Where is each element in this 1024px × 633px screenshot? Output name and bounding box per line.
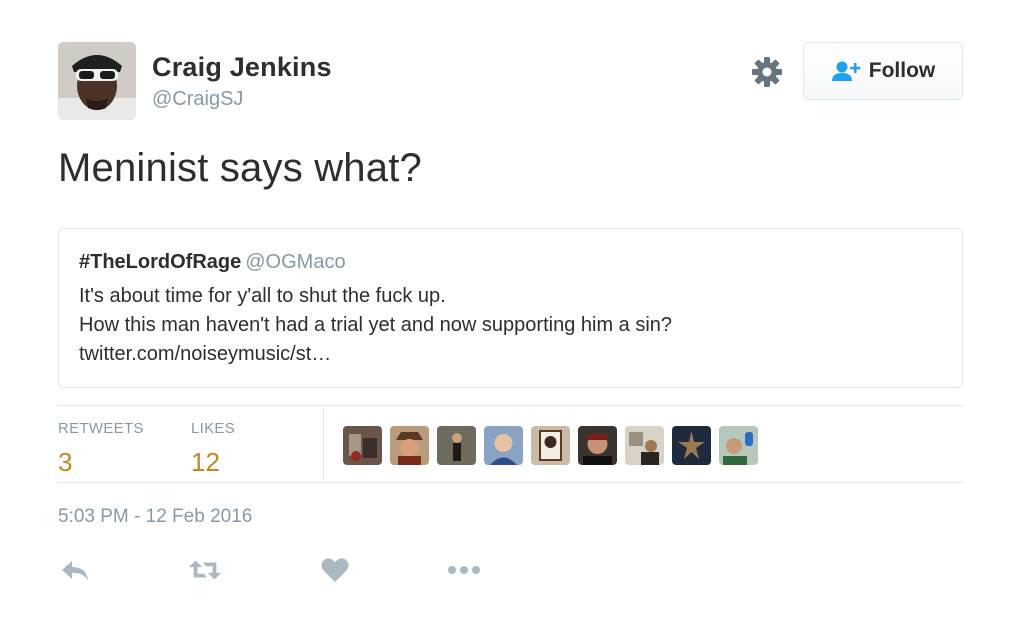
quoted-tweet[interactable]: #TheLordOfRage @OGMaco It's about time fo…	[58, 228, 963, 388]
retweets-label: RETWEETS	[58, 420, 144, 437]
retweet-icon[interactable]	[188, 556, 222, 584]
likers-list	[343, 426, 758, 465]
liker-avatar[interactable]	[437, 426, 476, 465]
more-icon[interactable]	[447, 556, 481, 584]
liker-avatar[interactable]	[578, 426, 617, 465]
tweet-timestamp[interactable]: 5:03 PM - 12 Feb 2016	[58, 506, 252, 528]
tweet-text: Meninist says what?	[58, 146, 422, 190]
tweet-stats: RETWEETS 3 LIKES 12	[58, 405, 963, 483]
stats-divider	[323, 406, 324, 483]
reply-icon[interactable]	[58, 556, 92, 584]
likes-label: LIKES	[191, 420, 236, 437]
quoted-text-line-2: How this man haven't had a trial yet and…	[79, 314, 673, 336]
quoted-display-name: #TheLordOfRage	[79, 251, 242, 273]
liker-avatar[interactable]	[390, 426, 429, 465]
likes-stat[interactable]: LIKES 12	[191, 420, 235, 478]
author-handle[interactable]: @CraigSJ	[152, 88, 243, 111]
liker-avatar[interactable]	[484, 426, 523, 465]
follow-button[interactable]: Follow	[803, 42, 963, 100]
quoted-handle: @OGMaco	[245, 251, 346, 273]
like-icon[interactable]	[318, 556, 352, 584]
likes-count: 12	[191, 447, 220, 477]
retweets-count: 3	[58, 447, 73, 477]
author-display-name[interactable]: Craig Jenkins	[152, 52, 332, 83]
liker-avatar[interactable]	[719, 426, 758, 465]
author-avatar[interactable]	[58, 42, 136, 120]
add-user-icon	[831, 61, 861, 81]
liker-avatar[interactable]	[531, 426, 570, 465]
liker-avatar[interactable]	[625, 426, 664, 465]
quoted-link[interactable]: twitter.com/noiseymusic/st…	[79, 340, 942, 369]
liker-avatar[interactable]	[672, 426, 711, 465]
follow-button-label: Follow	[868, 59, 936, 82]
retweets-stat[interactable]: RETWEETS 3	[58, 420, 144, 478]
liker-avatar[interactable]	[343, 426, 382, 465]
gear-icon[interactable]	[750, 55, 784, 89]
quoted-text-line-1: It's about time for y'all to shut the fu…	[79, 285, 446, 307]
